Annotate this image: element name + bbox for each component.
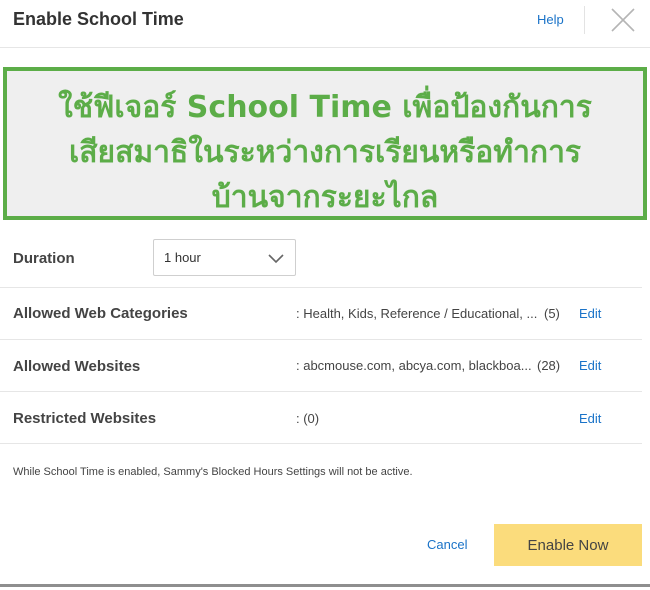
duration-select[interactable]: 1 hour [153, 239, 296, 276]
row-divider [0, 443, 642, 444]
duration-label: Duration [13, 250, 75, 267]
dialog-title: Enable School Time [13, 9, 184, 29]
info-note: While School Time is enabled, Sammy's Bl… [13, 466, 413, 478]
promo-banner: ใช้ฟีเจอร์ School Time เพื่อป้องกันการ เ… [3, 67, 647, 220]
banner-line: ใช้ฟีเจอร์ School Time เพื่อป้องกันการ [58, 90, 592, 125]
row-divider [0, 339, 642, 340]
edit-web-categories-link[interactable]: Edit [579, 306, 601, 321]
edit-websites-link[interactable]: Edit [579, 358, 601, 373]
banner-line: เสียสมาธิในระหว่างการเรียนหรือทำการ [68, 135, 582, 170]
websites-value: : abcmouse.com, abcya.com, blackboa... [296, 358, 532, 373]
websites-count: (28) [537, 358, 561, 373]
close-button[interactable] [610, 7, 636, 33]
duration-selected-value: 1 hour [164, 250, 201, 265]
web-categories-label: Allowed Web Categories [13, 305, 188, 322]
enable-now-button[interactable]: Enable Now [494, 524, 642, 566]
header-divider [584, 6, 585, 34]
row-divider [0, 287, 642, 288]
close-icon [611, 8, 635, 32]
restricted-websites-value: : (0) [296, 411, 320, 426]
banner-line: บ้านจากระยะไกล [211, 180, 439, 215]
websites-label: Allowed Websites [13, 358, 141, 375]
row-divider [0, 391, 642, 392]
dialog-header: Enable School Time Help [0, 0, 650, 48]
web-categories-count: (5) [544, 306, 560, 321]
cancel-button[interactable]: Cancel [427, 537, 467, 552]
help-link[interactable]: Help [537, 12, 564, 27]
restricted-websites-label: Restricted Websites [13, 410, 157, 427]
chevron-down-icon [268, 254, 284, 264]
web-categories-value: : Health, Kids, Reference / Educational,… [296, 306, 538, 321]
bottom-border [0, 584, 650, 587]
edit-restricted-websites-link[interactable]: Edit [579, 411, 601, 426]
banner-text: ใช้ฟีเจอร์ School Time เพื่อป้องกันการ เ… [7, 85, 643, 220]
